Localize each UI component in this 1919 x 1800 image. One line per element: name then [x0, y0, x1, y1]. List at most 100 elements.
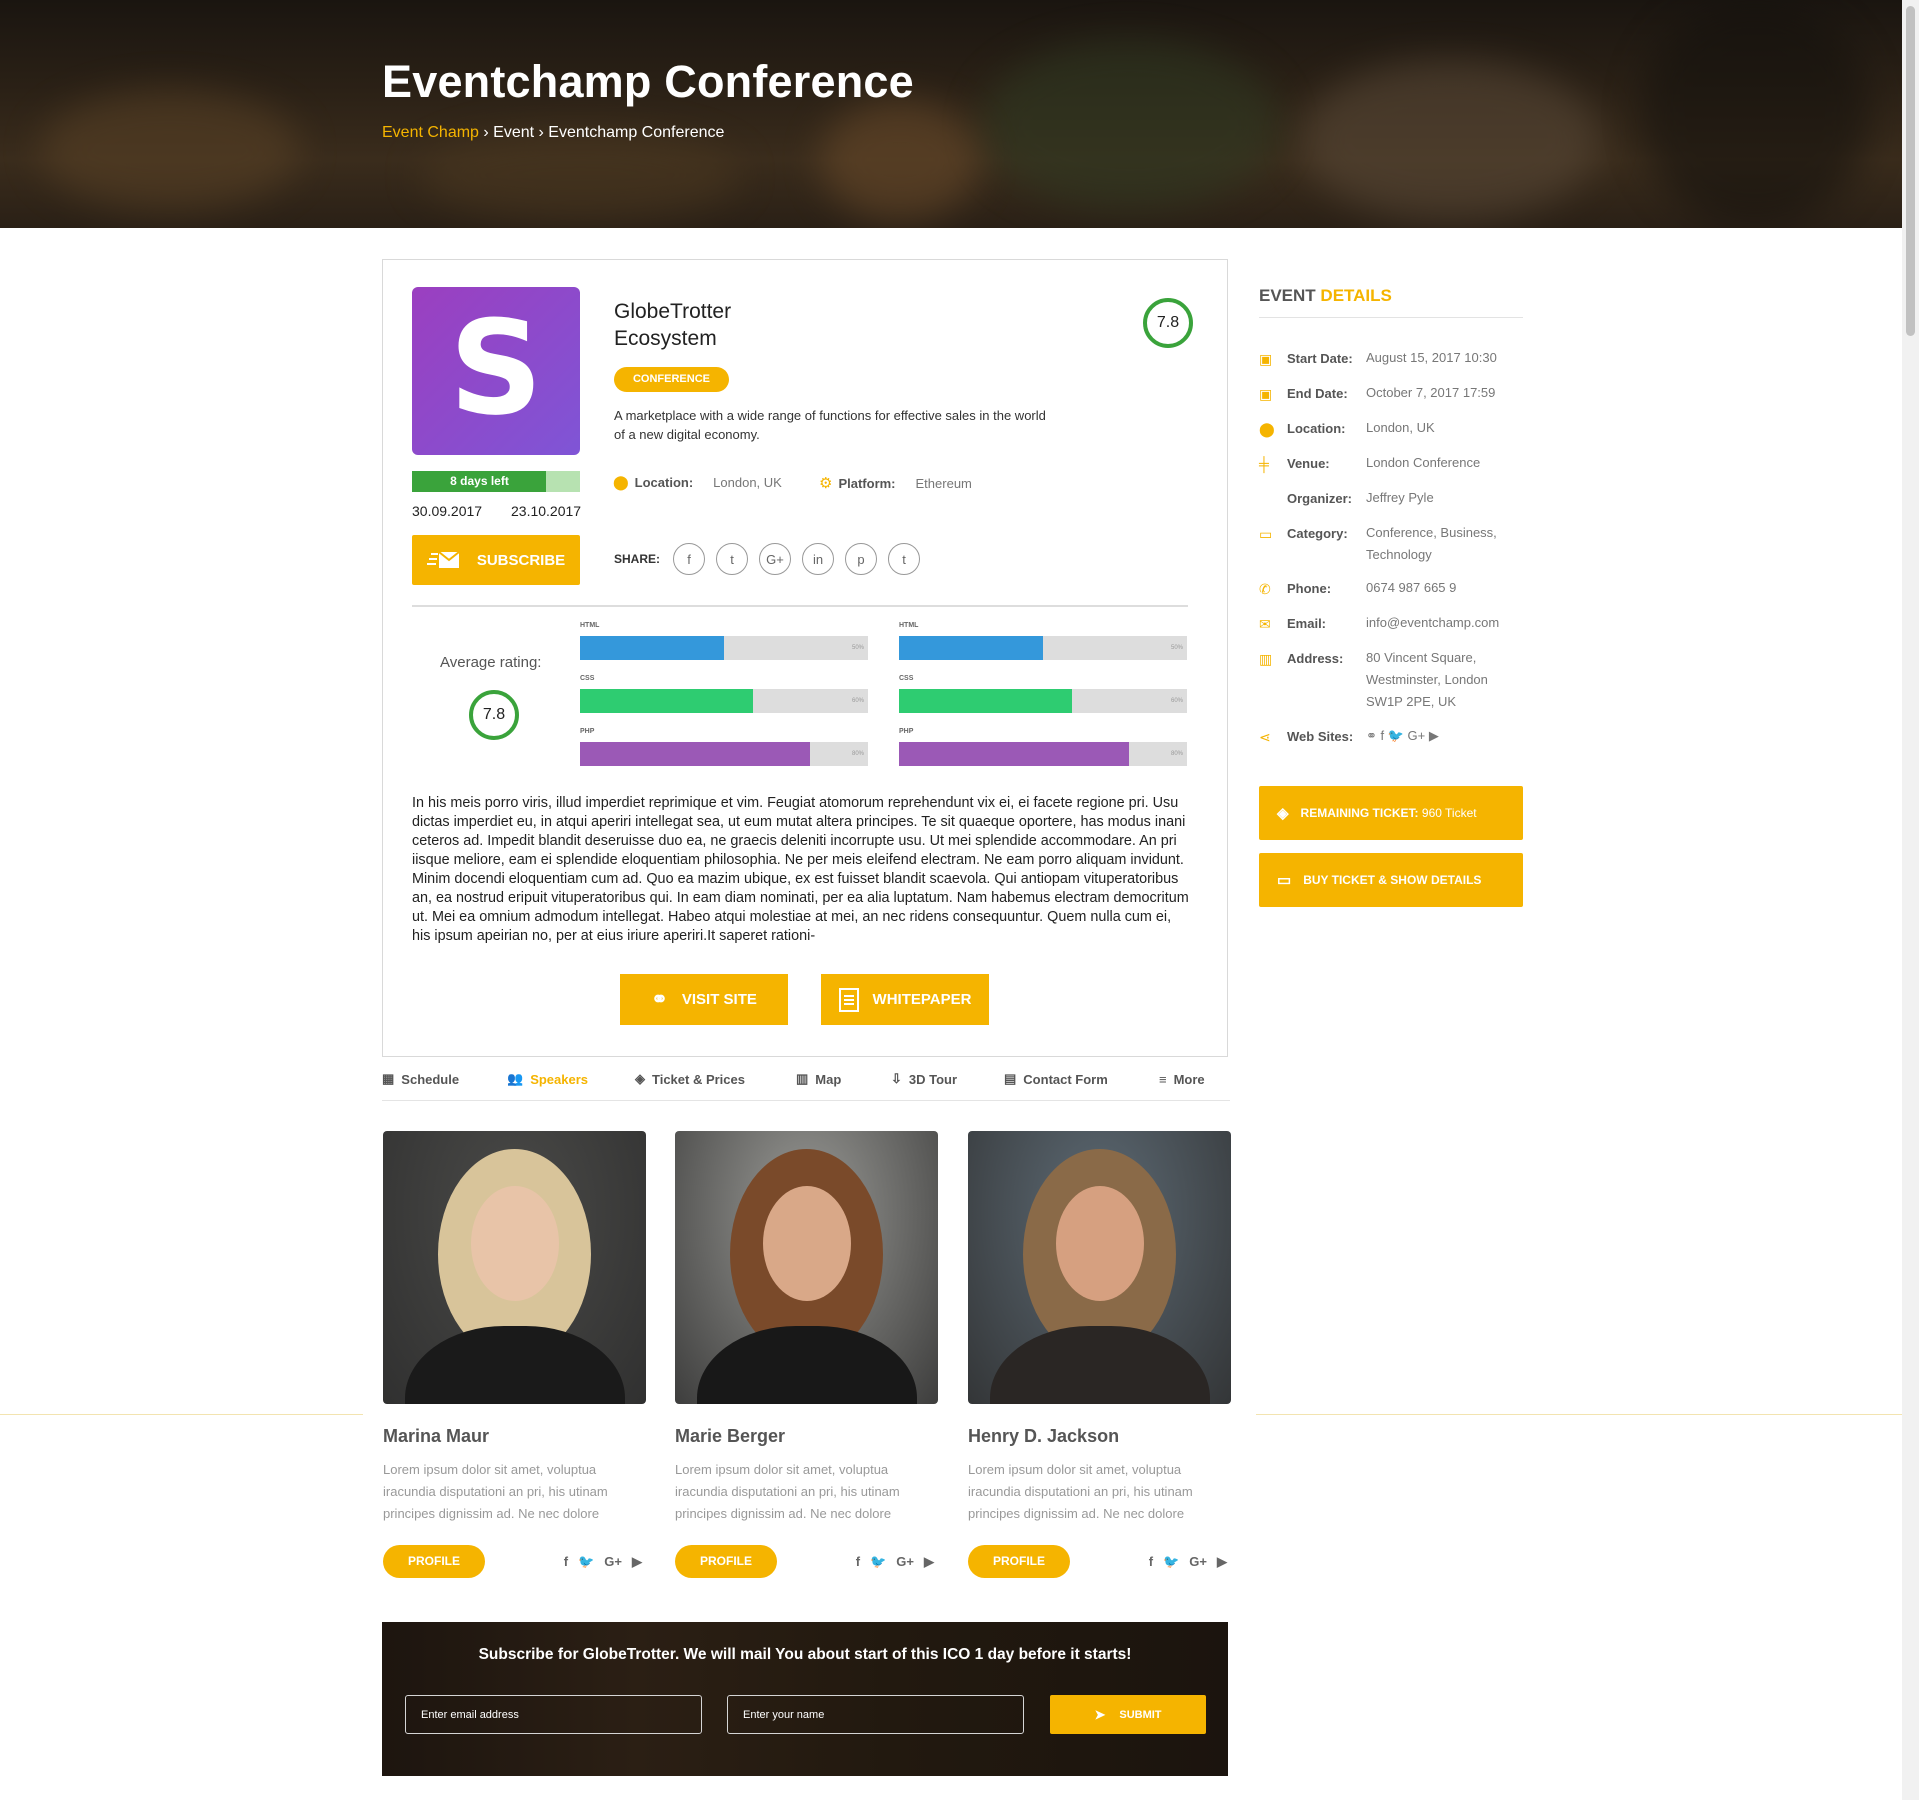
submit-button[interactable]: ➤ SUBMIT [1050, 1695, 1206, 1734]
tab-schedule[interactable]: ▦ Schedule [382, 1070, 507, 1088]
speaker-name[interactable]: Marie Berger [675, 1426, 785, 1447]
buy-ticket-label: BUY TICKET & SHOW DETAILS [1303, 873, 1482, 887]
ticket-icon: ◈ [635, 1071, 645, 1086]
page-scrollbar[interactable] [1902, 0, 1919, 1800]
skill-bar-html: HTML 50% [580, 622, 868, 675]
mail-icon: ✉ [1259, 616, 1271, 632]
youtube-icon[interactable]: ▶ [924, 1554, 934, 1570]
days-left-progress: 8 days left [412, 471, 580, 492]
detail-value[interactable]: 80 Vincent Square, Westminster, London S… [1366, 647, 1526, 713]
remaining-ticket-button[interactable]: ◈ REMAINING TICKET: 960 Ticket [1259, 786, 1523, 840]
detail-value[interactable]: ⚭ f 🐦 G+ ▶ [1366, 725, 1526, 747]
facebook-share-icon[interactable]: f [673, 543, 705, 575]
googleplus-icon[interactable]: G+ [896, 1554, 914, 1570]
linkedin-share-icon[interactable]: in [802, 543, 834, 575]
youtube-icon[interactable]: ▶ [632, 1554, 642, 1570]
speaker-name[interactable]: Henry D. Jackson [968, 1426, 1119, 1447]
skill-bar-fill [899, 636, 1043, 660]
buy-ticket-button[interactable]: ▭ BUY TICKET & SHOW DETAILS [1259, 853, 1523, 907]
days-left-text: 8 days left [450, 474, 509, 488]
send-icon: ➤ [1094, 1706, 1106, 1722]
section-line-left [0, 1414, 363, 1415]
name-input[interactable] [727, 1695, 1024, 1734]
facebook-icon[interactable]: f [856, 1554, 860, 1570]
project-card: S 8 days left 30.09.2017 23.10.2017 SUBS… [382, 259, 1228, 1057]
event-details-title: EVENT DETAILS [1259, 286, 1392, 306]
detail-key: Web Sites: [1287, 729, 1354, 744]
project-description: A marketplace with a wide range of funct… [614, 408, 1046, 442]
tab-ticket-prices[interactable]: ◈ Ticket & Prices [635, 1070, 796, 1088]
skill-bar-html: HTML 50% [899, 622, 1187, 675]
tumblr-share-icon[interactable]: t [888, 543, 920, 575]
skill-bar-label: CSS [899, 675, 914, 682]
twitter-icon[interactable]: 🐦 [870, 1554, 886, 1570]
detail-value[interactable]: info@eventchamp.com [1366, 612, 1526, 634]
youtube-icon[interactable]: ▶ [1217, 1554, 1227, 1570]
skill-bar-track: 60% [899, 689, 1187, 713]
skill-bar-percent: 50% [1170, 645, 1183, 651]
skill-bar-percent: 80% [851, 751, 864, 757]
twitter-icon[interactable]: 🐦 [1163, 1554, 1179, 1570]
tour-icon: ⇩ [891, 1071, 902, 1086]
category-tag[interactable]: CONFERENCE [614, 367, 729, 392]
email-input[interactable] [405, 1695, 702, 1734]
googleplus-share-icon[interactable]: G+ [759, 543, 791, 575]
tab-map[interactable]: ▥ Map [796, 1070, 891, 1088]
sidebar-divider [1259, 317, 1523, 318]
facebook-icon[interactable]: f [1149, 1554, 1153, 1570]
visit-site-label: VISIT SITE [681, 991, 757, 1008]
breadcrumb: Event Champ › Event › Eventchamp Confere… [382, 124, 724, 142]
subscribe-button[interactable]: SUBSCRIBE [412, 535, 580, 585]
calendar-icon: ▦ [382, 1071, 395, 1086]
skill-bar-php: PHP 80% [580, 728, 868, 781]
speaker-face [763, 1186, 851, 1301]
share-label: SHARE: [614, 552, 661, 566]
googleplus-icon[interactable]: G+ [604, 1554, 622, 1570]
speaker-bio: Lorem ipsum dolor sit amet, voluptua ira… [383, 1462, 608, 1521]
map-icon: ▥ [1259, 651, 1273, 667]
card-divider [412, 605, 1188, 607]
credit-card-icon: ▭ [1277, 872, 1292, 889]
skill-bar-label: CSS [580, 675, 595, 682]
submit-label: SUBMIT [1119, 1708, 1162, 1721]
skill-bar-fill [580, 636, 724, 660]
pinterest-share-icon[interactable]: p [845, 543, 877, 575]
detail-value: London, UK [1366, 420, 1435, 435]
tab-label: Ticket & Prices [652, 1071, 745, 1087]
detail-key: Location: [1287, 421, 1346, 436]
detail-key: Venue: [1287, 456, 1330, 471]
twitter-icon[interactable]: 🐦 [578, 1554, 594, 1570]
scrollbar-thumb[interactable] [1906, 6, 1915, 336]
speaker-photo [675, 1131, 938, 1404]
whitepaper-button[interactable]: WHITEPAPER [821, 974, 989, 1025]
tab-speakers[interactable]: 👥 Speakers [507, 1070, 635, 1088]
skill-bar-percent: 80% [1170, 751, 1183, 757]
project-name: GlobeTrotter Ecosystem [614, 300, 732, 350]
document-icon [838, 987, 859, 1012]
breadcrumb-separator: › [478, 124, 494, 141]
skill-bar-fill [580, 689, 753, 713]
map-pin-icon: ⬤ [1259, 421, 1275, 437]
speaker-card: Marie Berger Lorem ipsum dolor sit amet, … [675, 1131, 938, 1578]
visit-site-button[interactable]: ⚭ VISIT SITE [620, 974, 788, 1025]
profile-button[interactable]: PROFILE [968, 1545, 1070, 1578]
profile-button[interactable]: PROFILE [675, 1545, 777, 1578]
title-part-1: EVENT [1259, 286, 1316, 305]
remaining-value: 960 Ticket [1421, 806, 1477, 820]
twitter-share-icon[interactable]: t [716, 543, 748, 575]
speaker-name[interactable]: Marina Maur [383, 1426, 489, 1447]
tab-contact-form[interactable]: ▤ Contact Form [1004, 1070, 1159, 1088]
tab-label: Speakers [530, 1071, 589, 1087]
facebook-icon[interactable]: f [564, 1554, 568, 1570]
breadcrumb-event-link[interactable]: Event [493, 124, 534, 141]
tab-more[interactable]: ≡ More [1159, 1070, 1230, 1088]
skill-bar-percent: 60% [851, 698, 864, 704]
page-title: Eventchamp Conference [382, 56, 914, 107]
breadcrumb-home-link[interactable]: Event Champ [382, 124, 479, 141]
skill-bar-percent: 50% [851, 645, 864, 651]
tab-3d-tour[interactable]: ⇩ 3D Tour [891, 1070, 1004, 1088]
phone-icon: ✆ [1259, 581, 1271, 597]
googleplus-icon[interactable]: G+ [1189, 1554, 1207, 1570]
speaker-social-icons: f 🐦 G+ ▶ [1149, 1554, 1227, 1570]
profile-button[interactable]: PROFILE [383, 1545, 485, 1578]
